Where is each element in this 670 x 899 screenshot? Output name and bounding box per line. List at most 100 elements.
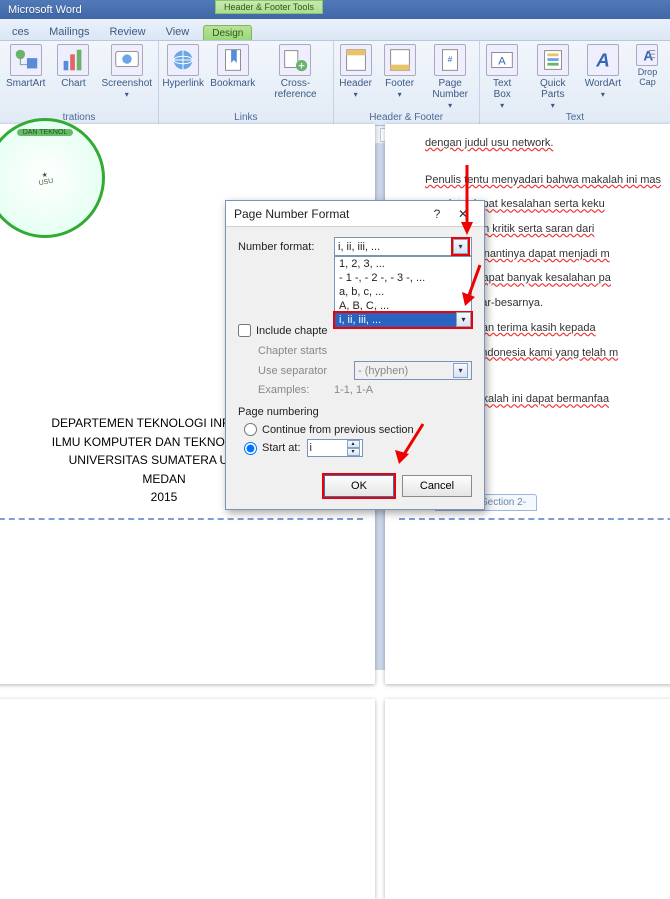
start-at-value: i <box>310 442 347 454</box>
format-option[interactable]: A, B, C, ... <box>335 299 471 313</box>
tab-view[interactable]: View <box>156 23 200 40</box>
crossref-icon <box>279 44 311 76</box>
quickparts-button[interactable]: Quick Parts▾ <box>525 41 581 111</box>
svg-text:#: # <box>448 54 453 64</box>
number-format-combo[interactable]: i, ii, iii, ... ▾ 1, 2, 3, ... - 1 -, - … <box>334 237 472 256</box>
screenshot-label: Screenshot▾ <box>101 78 152 100</box>
header-icon <box>340 44 372 76</box>
ribbon: SmartArt Chart Screenshot▾ trations Hype… <box>0 41 670 126</box>
chevron-down-icon: ▾ <box>125 90 129 99</box>
separator-combo: - (hyphen) ▾ <box>354 361 472 380</box>
group-links: Hyperlink Bookmark Cross-reference Links <box>159 41 334 125</box>
dropcap-icon: A <box>636 44 658 66</box>
group-label-links: Links <box>159 111 333 125</box>
pagenumber-label: Page Number▾ <box>428 78 473 111</box>
page-number-format-dialog: Page Number Format ? ✕ Number format: i,… <box>225 200 485 510</box>
bookmark-label: Bookmark <box>210 78 255 89</box>
bookmark-button[interactable]: Bookmark <box>207 41 258 111</box>
dropcap-button[interactable]: A Drop Cap <box>625 41 670 111</box>
examples-label: Examples: <box>258 384 334 396</box>
start-at-spinner[interactable]: i ▴▾ <box>307 439 363 457</box>
dialog-help-button[interactable]: ? <box>424 207 450 221</box>
dropcap-label: Drop Cap <box>631 68 664 88</box>
wordart-button[interactable]: A WordArt▾ <box>581 41 625 111</box>
group-text: A Text Box▾ Quick Parts▾ A WordArt▾ A Dr… <box>480 41 670 125</box>
group-illustrations: SmartArt Chart Screenshot▾ trations <box>0 41 159 125</box>
quickparts-label: Quick Parts▾ <box>531 78 575 111</box>
wordart-icon: A <box>587 44 619 76</box>
chart-label: Chart <box>61 78 85 89</box>
format-option[interactable]: - 1 -, - 2 -, - 3 -, ... <box>335 271 471 285</box>
number-format-value: i, ii, iii, ... <box>338 241 453 253</box>
svg-text:A: A <box>498 56 506 68</box>
chart-button[interactable]: Chart <box>51 41 95 111</box>
page-numbering-heading: Page numbering <box>238 406 472 418</box>
header-button[interactable]: Header▾ <box>334 41 378 111</box>
chevron-down-icon: ▾ <box>448 101 452 110</box>
dialog-close-button[interactable]: ✕ <box>450 207 476 221</box>
include-chapter-checkbox[interactable] <box>238 324 251 337</box>
group-label-hf: Header & Footer <box>334 111 479 125</box>
number-format-dropdown[interactable]: 1, 2, 3, ... - 1 -, - 2 -, - 3 -, ... a,… <box>334 256 472 328</box>
logo-band-text: DAN TEKNOL <box>17 129 74 136</box>
footer-boundary <box>0 518 363 520</box>
spinner-buttons[interactable]: ▴▾ <box>347 440 360 456</box>
ok-button[interactable]: OK <box>324 475 394 497</box>
examples-value: 1-1, 1-A <box>334 384 373 396</box>
wordart-label: WordArt▾ <box>585 78 622 100</box>
start-at-radio[interactable] <box>244 442 257 455</box>
title-bar: Microsoft Word <box>0 0 670 19</box>
page-bottom-right[interactable] <box>385 699 670 899</box>
page-bottom-left[interactable] <box>0 699 375 899</box>
footer-icon <box>384 44 416 76</box>
chevron-down-icon: ▾ <box>551 101 555 110</box>
tab-review[interactable]: Review <box>99 23 155 40</box>
textbox-label: Text Box▾ <box>486 78 519 111</box>
app-title: Microsoft Word <box>8 4 82 16</box>
header-label: Header▾ <box>339 78 372 100</box>
dialog-titlebar[interactable]: Page Number Format ? ✕ <box>226 201 484 227</box>
continue-label: Continue from previous section <box>262 424 414 436</box>
contextual-group-title: Header & Footer Tools <box>215 0 323 14</box>
chevron-down-icon[interactable]: ▾ <box>456 312 471 327</box>
chevron-down-icon: ▾ <box>398 90 402 99</box>
hyperlink-button[interactable]: Hyperlink <box>159 41 207 111</box>
crossref-label: Cross-reference <box>264 78 326 100</box>
use-separator-label: Use separator <box>258 365 354 377</box>
group-header-footer: Header▾ Footer▾ # Page Number▾ Header & … <box>334 41 480 125</box>
university-logo: DAN TEKNOL ★USU <box>0 118 105 238</box>
footer-boundary <box>399 518 670 520</box>
pagenumber-icon: # <box>434 44 466 76</box>
include-chapter-label: Include chapte <box>256 325 328 337</box>
hyperlink-label: Hyperlink <box>162 78 204 89</box>
tab-references[interactable]: ces <box>2 23 39 40</box>
format-option[interactable]: a, b, c, ... <box>335 285 471 299</box>
continue-radio[interactable] <box>244 423 257 436</box>
cancel-button[interactable]: Cancel <box>402 475 472 497</box>
crossref-button[interactable]: Cross-reference <box>258 41 332 111</box>
chevron-down-icon: ▾ <box>500 101 504 110</box>
ribbon-tabs: ces Mailings Review View Design <box>0 19 670 41</box>
chevron-down-icon[interactable]: ▾ <box>453 239 468 254</box>
format-option-selected[interactable]: i, ii, iii, ... <box>335 313 471 327</box>
format-option[interactable]: 1, 2, 3, ... <box>335 257 471 271</box>
group-label-text: Text <box>480 111 670 125</box>
tab-design[interactable]: Design <box>203 25 252 40</box>
tab-mailings[interactable]: Mailings <box>39 23 99 40</box>
chapter-starts-label: Chapter starts <box>258 345 354 357</box>
smartart-label: SmartArt <box>6 78 45 89</box>
number-format-label: Number format: <box>238 241 334 253</box>
screenshot-icon <box>111 44 143 76</box>
chart-icon <box>57 44 89 76</box>
svg-text:A: A <box>595 50 610 71</box>
start-at-label: Start at: <box>262 442 301 454</box>
pagenumber-button[interactable]: # Page Number▾ <box>422 41 479 111</box>
textbox-icon: A <box>486 44 518 76</box>
textbox-button[interactable]: A Text Box▾ <box>480 41 525 111</box>
hyperlink-icon <box>167 44 199 76</box>
chevron-down-icon: ▾ <box>354 90 358 99</box>
smartart-button[interactable]: SmartArt <box>0 41 51 111</box>
screenshot-button[interactable]: Screenshot▾ <box>95 41 158 111</box>
footer-button[interactable]: Footer▾ <box>378 41 422 111</box>
footer-label: Footer▾ <box>385 78 414 100</box>
